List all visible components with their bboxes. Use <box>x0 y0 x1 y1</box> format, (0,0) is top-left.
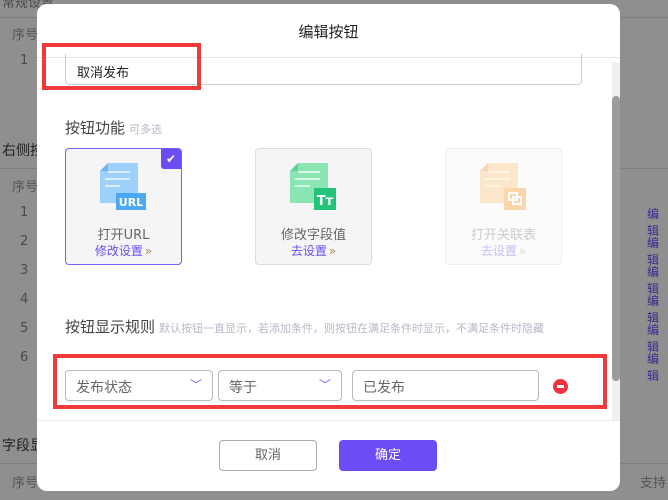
row-index: 2 <box>20 234 29 249</box>
row-index: 1 <box>20 53 29 68</box>
field-document-icon: Tт <box>290 163 336 210</box>
row-index: 4 <box>20 292 29 307</box>
column-header: 序号 <box>12 28 39 43</box>
link-text: 去设置 <box>480 244 517 258</box>
link-text: 修改设置 <box>94 244 143 258</box>
scrollbar-thumb[interactable] <box>612 96 620 381</box>
card-label: 打开URL <box>97 228 150 243</box>
card-label: 修改字段值 <box>280 228 346 243</box>
function-card-open-related-table: 打开关联表 去设置» <box>445 148 562 265</box>
scrollbar[interactable] <box>612 62 620 420</box>
card-settings-link: 去设置» <box>446 242 561 259</box>
section-label: 按钮功能 <box>65 119 126 137</box>
card-settings-link[interactable]: 修改设置» <box>66 242 181 259</box>
column-header: 序号 <box>12 180 39 195</box>
double-chevron-icon: » <box>328 244 337 258</box>
checkmark-icon: ✔ <box>161 149 181 169</box>
row-index: 5 <box>20 321 29 336</box>
double-chevron-icon: » <box>518 244 527 258</box>
double-chevron-icon: » <box>144 244 153 258</box>
column-header: 序号 <box>12 476 39 491</box>
edit-link[interactable]: 编辑 <box>647 350 668 384</box>
dialog-title: 编辑按钮 <box>298 23 359 41</box>
row-index: 1 <box>20 205 29 220</box>
function-section-label: 按钮功能 可多选 <box>65 117 162 138</box>
url-badge: URL <box>119 196 143 209</box>
url-document-icon: URL <box>100 163 146 210</box>
cancel-button[interactable]: 取消 <box>219 440 317 471</box>
link-document-icon <box>480 163 526 210</box>
row-index: 3 <box>20 263 29 278</box>
function-card-modify-field[interactable]: Tт 修改字段值 去设置» <box>255 148 372 265</box>
function-card-open-url[interactable]: URL ✔ 打开URL 修改设置» <box>65 148 182 265</box>
section-hint: 可多选 <box>129 123 163 136</box>
row-index: 6 <box>20 350 29 365</box>
svg-text:Tт: Tт <box>317 194 334 209</box>
section-hint: 默认按钮一直显示，若添加条件，则按钮在满足条件时显示，不满足条件时隐藏 <box>159 322 545 335</box>
display-rule-section: 按钮显示规则 默认按钮一直显示，若添加条件，则按钮在满足条件时显示，不满足条件时隐… <box>65 316 585 340</box>
divider <box>37 420 620 421</box>
confirm-button[interactable]: 确定 <box>339 440 437 471</box>
highlight-box <box>53 354 607 409</box>
link-text: 去设置 <box>290 244 327 258</box>
card-settings-link[interactable]: 去设置» <box>256 242 371 259</box>
section-label: 按钮显示规则 <box>65 318 156 336</box>
highlight-box <box>42 43 201 90</box>
card-label: 打开关联表 <box>470 228 536 243</box>
column-header: 支持 <box>640 476 667 491</box>
